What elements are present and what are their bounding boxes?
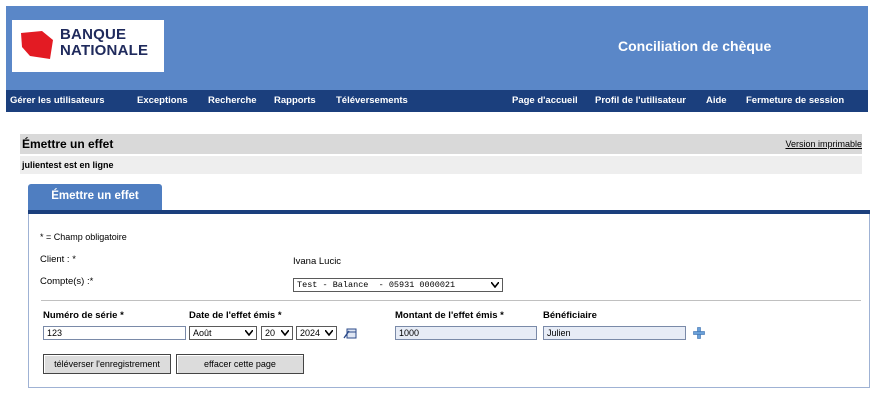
nav-recherche[interactable]: Recherche — [208, 95, 257, 106]
accounts-select[interactable]: Test - Balance - 05931 0000021 — [293, 278, 503, 292]
upload-record-button[interactable]: téléverser l'enregistrement — [43, 354, 171, 374]
online-status: julientest est en ligne — [22, 160, 114, 170]
nav-profil-utilisateur[interactable]: Profil de l'utilisateur — [595, 95, 686, 106]
print-version-link[interactable]: Version imprimable — [785, 139, 862, 149]
tab-label: Émettre un effet — [51, 190, 139, 202]
page-frame: BANQUE NATIONALE Conciliation de chèque … — [6, 6, 870, 398]
page-title: Émettre un effet — [22, 137, 114, 151]
accounts-selected: Test - Balance - 05931 0000021 — [297, 280, 456, 290]
beneficiary-label: Bénéficiaire — [543, 310, 597, 321]
tab-emettre-effet[interactable]: Émettre un effet — [28, 184, 162, 210]
app-title: Conciliation de chèque — [618, 38, 772, 54]
chevron-down-icon — [491, 282, 499, 288]
form-divider — [41, 300, 861, 301]
form-panel: * = Champ obligatoire Client : * Ivana L… — [28, 214, 870, 388]
year-selected: 2024 — [300, 328, 321, 338]
day-selected: 20 — [265, 328, 276, 338]
beneficiary-input[interactable]: Julien — [543, 326, 686, 340]
nav-gerer-utilisateurs[interactable]: Gérer les utilisateurs — [10, 95, 105, 106]
nav-rapports[interactable]: Rapports — [274, 95, 316, 106]
nav-televersements[interactable]: Téléversements — [336, 95, 408, 106]
month-selected: Août — [193, 328, 212, 338]
month-select[interactable]: Août — [189, 326, 257, 340]
chevron-down-icon — [281, 330, 289, 336]
amount-input[interactable]: 1000 — [395, 326, 537, 340]
day-select[interactable]: 20 — [261, 326, 293, 340]
add-beneficiary-icon[interactable] — [693, 327, 705, 339]
serial-label: Numéro de série * — [43, 310, 124, 321]
main-nav: Gérer les utilisateurs Exceptions Recher… — [6, 90, 868, 112]
calendar-icon[interactable] — [343, 327, 357, 339]
client-value: Ivana Lucic — [293, 256, 342, 267]
date-label: Date de l'effet émis * — [189, 310, 282, 321]
bank-logo[interactable]: BANQUE NATIONALE — [12, 20, 164, 72]
header-banner: BANQUE NATIONALE Conciliation de chèque — [6, 6, 868, 90]
required-note: * = Champ obligatoire — [40, 232, 127, 242]
client-label: Client : * — [40, 254, 76, 265]
page-title-bar: Émettre un effet Version imprimable — [20, 134, 862, 154]
bank-logo-text: BANQUE NATIONALE — [60, 26, 149, 59]
year-select[interactable]: 2024 — [296, 326, 337, 340]
amount-label: Montant de l'effet émis * — [395, 310, 504, 321]
nav-page-accueil[interactable]: Page d'accueil — [512, 95, 578, 106]
serial-input[interactable]: 123 — [43, 326, 186, 340]
clear-page-button[interactable]: effacer cette page — [176, 354, 304, 374]
bank-logo-icon — [21, 31, 53, 59]
accounts-label: Compte(s) :* — [40, 276, 94, 287]
nav-fermeture-session[interactable]: Fermeture de session — [746, 95, 844, 106]
chevron-down-icon — [325, 330, 333, 336]
nav-aide[interactable]: Aide — [706, 95, 727, 106]
online-status-bar: julientest est en ligne — [20, 156, 862, 174]
nav-exceptions[interactable]: Exceptions — [137, 95, 188, 106]
chevron-down-icon — [245, 330, 253, 336]
